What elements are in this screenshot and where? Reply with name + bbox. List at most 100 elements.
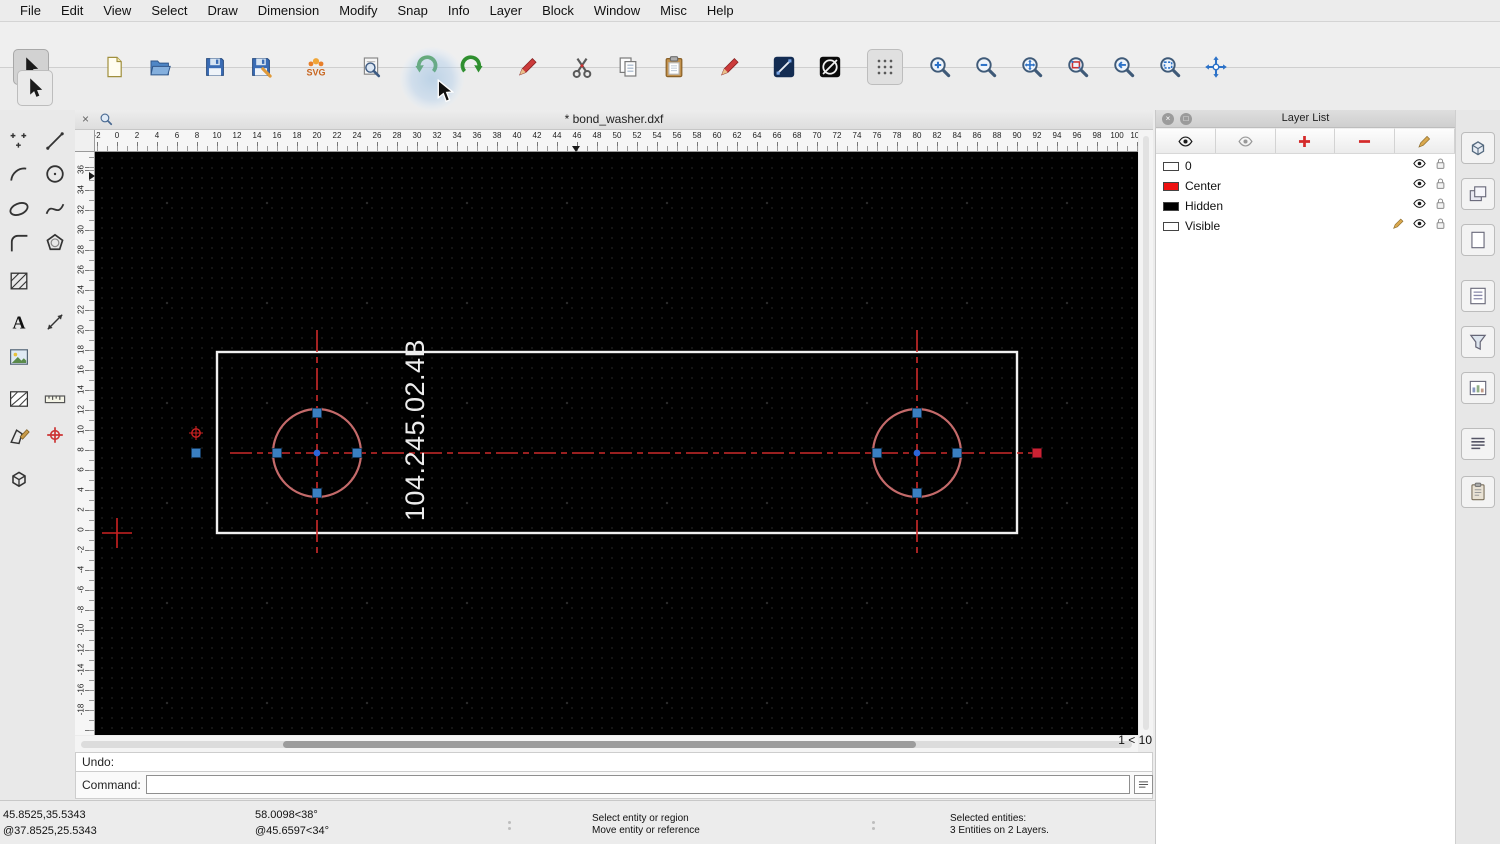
- dock-clipboard-button[interactable]: [1461, 476, 1495, 508]
- hatch-pattern-tool-button[interactable]: [2, 382, 36, 416]
- line-tool-button[interactable]: [766, 49, 802, 85]
- new-document-button[interactable]: [96, 49, 132, 85]
- dimension-tool-button[interactable]: [38, 305, 72, 339]
- zoom-pan-button[interactable]: [1198, 49, 1234, 85]
- ruler-label: -4: [76, 565, 86, 574]
- menu-misc[interactable]: Misc: [650, 0, 697, 22]
- dock-icon-strip: [1455, 110, 1500, 844]
- hide-all-eye-button[interactable]: [1215, 128, 1276, 153]
- command-input[interactable]: [146, 775, 1130, 794]
- menu-snap[interactable]: Snap: [388, 0, 438, 22]
- zoom-out-button[interactable]: [968, 49, 1004, 85]
- ellipse-tool-button[interactable]: [2, 192, 36, 226]
- layer-visibility-eye-icon[interactable]: [1412, 156, 1427, 176]
- ruler-label: 100: [1110, 131, 1124, 140]
- save-button[interactable]: [197, 49, 233, 85]
- remove-layer-button[interactable]: [1335, 128, 1396, 153]
- menu-layer[interactable]: Layer: [480, 0, 533, 22]
- drawing-canvas[interactable]: 104.245.02.4B: [95, 152, 1138, 735]
- arc-tool-button[interactable]: [2, 157, 36, 191]
- menu-block[interactable]: Block: [532, 0, 584, 22]
- svg-export-button[interactable]: SVG: [298, 49, 334, 85]
- zoom-auto-button[interactable]: [1014, 49, 1050, 85]
- image-tool-button[interactable]: [2, 340, 36, 374]
- layer-lock-icon[interactable]: [1433, 176, 1448, 196]
- dock-layers-button[interactable]: [1461, 178, 1495, 210]
- ruler-label: -14: [76, 663, 86, 676]
- menu-select[interactable]: Select: [141, 0, 197, 22]
- block-tool-button[interactable]: [2, 418, 36, 452]
- redo-button[interactable]: [454, 49, 490, 85]
- layer-lock-icon[interactable]: [1433, 196, 1448, 216]
- layer-visibility-eye-icon[interactable]: [1412, 196, 1427, 216]
- draw-pen-button[interactable]: [509, 49, 545, 85]
- show-all-eye-button[interactable]: [1156, 128, 1216, 153]
- ruler-label: 38: [492, 131, 502, 140]
- layer-lock-icon[interactable]: [1433, 156, 1448, 176]
- measure-tool-button[interactable]: [38, 382, 72, 416]
- keyboard-toggle-button[interactable]: [1134, 775, 1153, 794]
- line-tool-left-button[interactable]: [38, 124, 72, 158]
- zoom-previous-button[interactable]: [1106, 49, 1142, 85]
- point-tool-button[interactable]: [2, 124, 36, 158]
- dock-funnel-button[interactable]: [1461, 326, 1495, 358]
- attributes-pen-button[interactable]: [711, 49, 747, 85]
- grid-toggle-button[interactable]: [867, 49, 903, 85]
- edit-layer-button[interactable]: [1395, 128, 1455, 153]
- text-tool-button[interactable]: A: [2, 305, 36, 339]
- layer-visibility-eye-icon[interactable]: [1412, 216, 1427, 236]
- ruler-label: 12: [232, 131, 242, 140]
- left-button-hint: Select entity or region: [592, 813, 689, 824]
- layer-color-swatch: [1163, 201, 1179, 211]
- vertical-ruler: 36 34 32 30 28 26 24 22 20 18 16 14 12 10 8 6 4 2 0 -2 -4 -6-…: [75, 152, 95, 735]
- polygon-tool-button[interactable]: [38, 226, 72, 260]
- menu-info[interactable]: Info: [438, 0, 480, 22]
- hatch-tool-button[interactable]: [2, 264, 36, 298]
- layer-rows: 0 Center Hidden Visible: [1156, 156, 1455, 236]
- hscroll-thumb[interactable]: [283, 741, 916, 748]
- menu-edit[interactable]: Edit: [51, 0, 93, 22]
- circle-tool-left-button[interactable]: [38, 157, 72, 191]
- save-as-button[interactable]: [243, 49, 279, 85]
- menu-file[interactable]: File: [10, 0, 51, 22]
- vertical-scrollbar[interactable]: [1139, 130, 1153, 736]
- solid-tool-button[interactable]: [2, 462, 36, 496]
- snap-marker-tool-button[interactable]: [38, 418, 72, 452]
- drawing-tab-title: * bond_washer.dxf: [564, 112, 664, 126]
- layer-row-center[interactable]: Center: [1156, 176, 1455, 196]
- menu-window[interactable]: Window: [584, 0, 650, 22]
- ruler-label: 46: [572, 131, 582, 140]
- paste-button[interactable]: [656, 49, 692, 85]
- menu-draw[interactable]: Draw: [197, 0, 247, 22]
- horizontal-scrollbar[interactable]: [75, 736, 1138, 752]
- layer-row-visible[interactable]: Visible: [1156, 216, 1455, 236]
- menu-dimension[interactable]: Dimension: [248, 0, 329, 22]
- copy-button[interactable]: [610, 49, 646, 85]
- zoom-window-button[interactable]: [1152, 49, 1188, 85]
- dock-page-button[interactable]: [1461, 224, 1495, 256]
- menu-help[interactable]: Help: [697, 0, 744, 22]
- dock-cube-button[interactable]: [1461, 132, 1495, 164]
- fillet-tool-button[interactable]: [2, 226, 36, 260]
- layer-edit-pen-icon[interactable]: [1391, 216, 1406, 236]
- ruler-label: 52: [632, 131, 642, 140]
- layer-row-0[interactable]: 0: [1156, 156, 1455, 176]
- menu-view[interactable]: View: [93, 0, 141, 22]
- add-layer-button[interactable]: [1275, 128, 1336, 153]
- vscroll-track[interactable]: [1143, 136, 1149, 730]
- layer-lock-icon[interactable]: [1433, 216, 1448, 236]
- cut-button[interactable]: [564, 49, 600, 85]
- dock-list-button[interactable]: [1461, 280, 1495, 312]
- spline-tool-button[interactable]: [38, 192, 72, 226]
- zoom-selection-button[interactable]: [1060, 49, 1096, 85]
- layer-row-hidden[interactable]: Hidden: [1156, 196, 1455, 216]
- print-preview-button[interactable]: [353, 49, 389, 85]
- zoom-in-button[interactable]: [922, 49, 958, 85]
- open-file-button[interactable]: [142, 49, 178, 85]
- selection-pointer-tool-button[interactable]: [17, 70, 53, 106]
- menu-modify[interactable]: Modify: [329, 0, 387, 22]
- layer-visibility-eye-icon[interactable]: [1412, 176, 1427, 196]
- circle-tool-button[interactable]: [812, 49, 848, 85]
- dock-gallery-button[interactable]: [1461, 372, 1495, 404]
- dock-lines-button[interactable]: [1461, 428, 1495, 460]
